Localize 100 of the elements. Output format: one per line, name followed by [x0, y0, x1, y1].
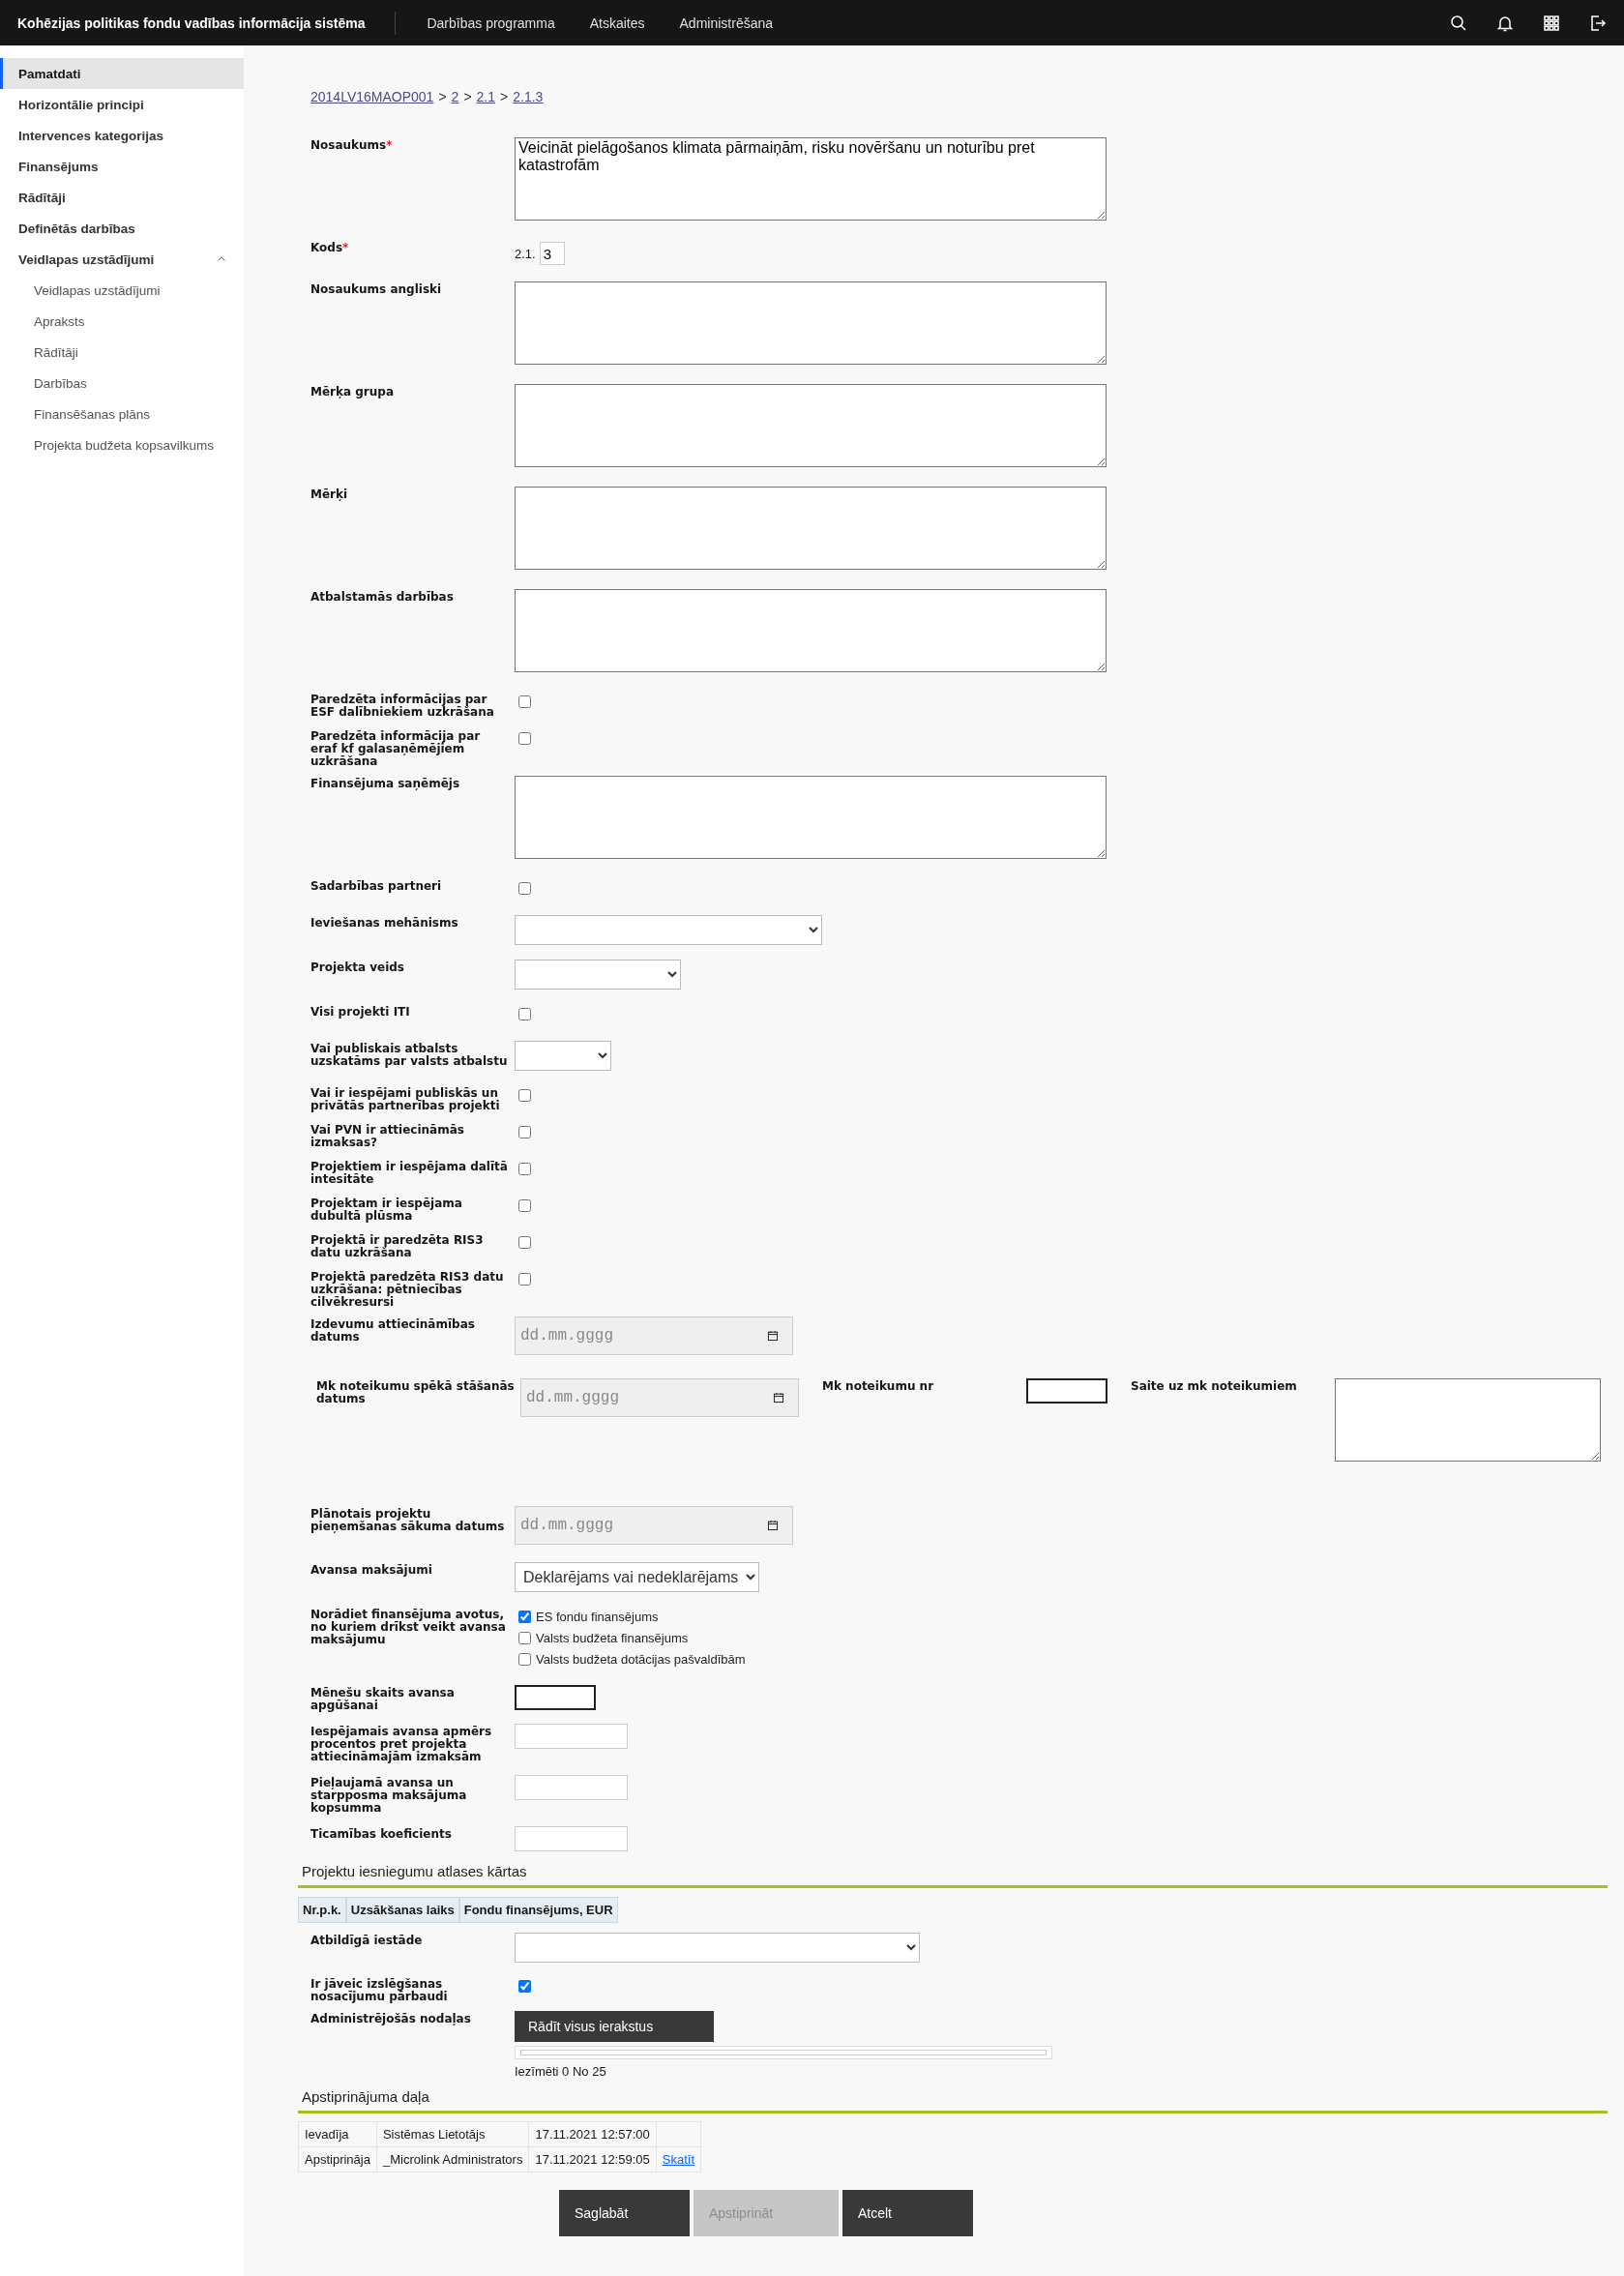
checkbox[interactable] — [518, 1273, 531, 1286]
section-title: Apstiprinājuma daļa — [298, 2088, 1608, 2113]
calendar-icon — [772, 1391, 785, 1404]
table-cell: 17.11.2021 12:57:00 — [535, 2127, 650, 2142]
field-label: Projektā ir paredzēta RIS3 datu uzkrāšana — [310, 1233, 484, 1259]
checkbox-label: Valsts budžeta finansējums — [536, 1630, 689, 1645]
field-label: Administrējošās nodaļas — [310, 2012, 471, 2025]
number-field[interactable] — [515, 1685, 596, 1710]
date-field[interactable]: dd.mm.gggg — [520, 1378, 799, 1417]
checkbox[interactable] — [518, 1610, 531, 1623]
field-label: Ticamības koeficients — [310, 1827, 452, 1841]
field-label: Atbildīgā iestāde — [310, 1934, 423, 1947]
field-label: Nosaukums — [310, 138, 387, 152]
field-label: Mk noteikumu spēkā stāšanās datums — [316, 1379, 515, 1405]
checkbox[interactable] — [518, 882, 531, 895]
column-header: Fondu finansējums, EUR — [458, 1897, 618, 1923]
sidebar-item[interactable]: Horizontālie principi — [0, 89, 244, 120]
breadcrumb-link[interactable]: 2.1 — [476, 89, 496, 104]
text-field[interactable] — [515, 1724, 628, 1749]
checkbox[interactable] — [518, 1236, 531, 1249]
sidebar-item[interactable]: Intervences kategorijas — [0, 120, 244, 151]
checkbox[interactable] — [518, 1008, 531, 1020]
field-label: Projektā paredzēta RIS3 datu uzkrāšana: pētniecības cilvēkresursi — [310, 1270, 504, 1309]
field-label: Iespējamais avansa apmērs procentos pret projekta attiecināmajām izmaksām — [310, 1725, 492, 1763]
action-button[interactable]: Atcelt — [842, 2190, 973, 2236]
table-cell: Sistēmas Lietotājs — [382, 2127, 486, 2142]
field-label: Ir jāveic izslēgšanas nosacījumu pārbaudi — [310, 1977, 448, 2003]
text-area[interactable] — [515, 384, 1107, 467]
show-all-button[interactable]: Rādīt visus ierakstus — [515, 2011, 714, 2042]
checkbox[interactable] — [518, 1980, 531, 1993]
field-label: Paredzēta informācijas par ESF dalībniekiem uzkrāšana — [310, 693, 494, 719]
checkbox-label: ES fondu finansējums — [536, 1609, 659, 1624]
column-header: Uzsākšanas laiks — [345, 1897, 459, 1923]
checkbox[interactable] — [518, 1631, 531, 1644]
logout-icon[interactable] — [1588, 13, 1608, 33]
selection-counter: Iezīmēti 0 No 25 — [515, 2064, 607, 2079]
field-label: Mēnešu skaits avansa apgūšanai — [310, 1686, 455, 1712]
table-cell: 17.11.2021 12:59:05 — [535, 2152, 650, 2167]
field-label: Vai ir iespējami publiskās un privātās partnerības projekti — [310, 1086, 500, 1112]
text-area[interactable] — [515, 776, 1107, 859]
code-prefix: 2.1. — [515, 246, 536, 261]
field-label: Finansējuma saņēmējs — [310, 777, 460, 790]
field-label: Vai PVN ir attiecināmās izmaksas? — [310, 1123, 464, 1149]
checkbox[interactable] — [518, 1199, 531, 1212]
date-field[interactable]: dd.mm.gggg — [515, 1316, 793, 1355]
field-label: Projektiem ir iespējama dalītā intesitāte — [310, 1160, 508, 1186]
section-title: Projektu iesniegumu atlases kārtas — [298, 1863, 1608, 1888]
search-icon[interactable] — [1449, 13, 1468, 33]
action-button[interactable]: Saglabāt — [559, 2190, 690, 2236]
field-label: Sadarbības partneri — [310, 879, 442, 893]
nav-link[interactable]: Atskaites — [589, 15, 645, 31]
sidebar-item[interactable]: Veidlapas uzstādījumi — [0, 244, 244, 275]
checkbox[interactable] — [518, 1163, 531, 1175]
sidebar-item[interactable]: Definētās darbības — [0, 213, 244, 244]
field-label: Saite uz mk noteikumiem — [1131, 1379, 1297, 1393]
text-area[interactable] — [515, 589, 1107, 672]
field-label: Visi projekti ITI — [310, 1005, 410, 1019]
field-label: Norādiet finansējuma avotus, no kuriem drīkst veikt avansa maksājumu — [310, 1608, 506, 1646]
field-label: Nosaukums angliski — [310, 282, 442, 296]
field-label: Projekta veids — [310, 961, 404, 974]
checkbox[interactable] — [518, 1126, 531, 1138]
checkbox[interactable] — [518, 732, 531, 745]
required-mark: * — [386, 138, 393, 152]
field-label: Mērķa grupa — [310, 385, 394, 399]
code-field[interactable]: 3 — [539, 242, 565, 265]
number-field[interactable] — [1026, 1378, 1107, 1404]
field-label: Projektam ir iespējama dubultā plūsma — [310, 1197, 462, 1223]
text-field[interactable] — [515, 1775, 628, 1800]
field-label: Paredzēta informācija par eraf kf galasaņēmējiem uzkrāšana — [310, 729, 481, 768]
dropdown[interactable]: Deklarējams vai nedeklarējams — [515, 1562, 759, 1592]
sidebar-item[interactable]: Finansēšanas plāns — [0, 399, 244, 429]
app-grid-icon[interactable] — [1542, 13, 1561, 33]
breadcrumb-link[interactable]: 2.1.3 — [513, 89, 544, 104]
checkbox[interactable] — [518, 1652, 531, 1666]
sidebar-item[interactable]: Darbības — [0, 368, 244, 399]
required-mark: * — [342, 241, 349, 254]
text-area[interactable]: Veicināt pielāgošanos klimata pārmaiņām, risku novēršanu un noturību pret katastrofām — [515, 137, 1107, 221]
text-area[interactable] — [515, 487, 1107, 570]
sidebar-item[interactable]: Rādītāji — [0, 182, 244, 213]
date-field[interactable]: dd.mm.gggg — [515, 1506, 793, 1545]
breadcrumb-separator: > — [500, 89, 509, 104]
app-title: Kohēzijas politikas fondu vadības informācija sistēma — [17, 15, 366, 31]
text-area[interactable] — [1335, 1378, 1601, 1462]
text-field[interactable] — [515, 1826, 628, 1851]
field-label: Kods — [310, 241, 343, 254]
sidebar-item[interactable]: Pamatdati — [0, 58, 244, 89]
breadcrumb-link[interactable]: 2014LV16MAOP001 — [310, 89, 434, 104]
checkbox[interactable] — [518, 1089, 531, 1102]
nav-link[interactable]: Administrēšana — [679, 15, 774, 31]
nav-link[interactable]: Darbības programma — [427, 15, 555, 31]
sidebar-item[interactable]: Rādītāji — [0, 337, 244, 368]
calendar-icon — [766, 1519, 780, 1532]
checkbox[interactable] — [518, 695, 531, 708]
breadcrumb-link[interactable]: 2 — [451, 89, 459, 104]
sidebar-item[interactable]: Projekta budžeta kopsavilkums — [0, 429, 244, 460]
sidebar-item[interactable]: Apraksts — [0, 306, 244, 337]
sidebar-item[interactable]: Veidlapas uzstādījumi — [0, 275, 244, 306]
field-label: Avansa maksājumi — [310, 1563, 432, 1577]
sidebar-item[interactable]: Finansējums — [0, 151, 244, 182]
text-area[interactable] — [515, 281, 1107, 365]
